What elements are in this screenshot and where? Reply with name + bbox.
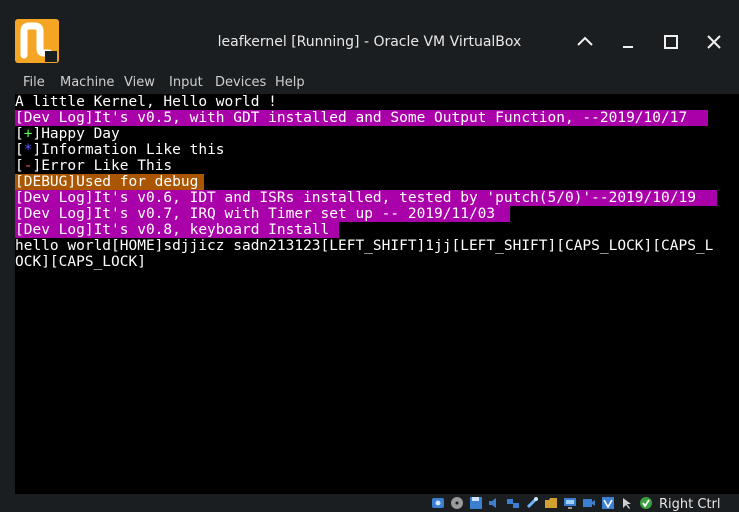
console-line-devlog: [Dev Log]It's v0.5, with GDT installed a… <box>15 110 688 126</box>
menu-input[interactable]: Input <box>169 75 203 90</box>
info-text: Information Like this <box>41 142 225 158</box>
restore-button[interactable] <box>616 30 640 54</box>
console-line-info: [*]Information Like this <box>15 142 225 158</box>
plus-marker: + <box>23 126 33 142</box>
menu-file[interactable]: File <box>23 75 45 90</box>
error-marker: - <box>23 158 33 174</box>
host-key-icon[interactable] <box>639 496 653 510</box>
vm-display[interactable]: A little Kernel, Hello world ! [Dev Log]… <box>15 94 739 494</box>
optical-drive-icon[interactable] <box>450 496 464 510</box>
close-button[interactable] <box>702 30 726 54</box>
hard-disk-icon[interactable] <box>431 496 445 510</box>
menu-view[interactable]: View <box>124 75 155 90</box>
error-text: Error Like This <box>41 158 173 174</box>
maximize-button[interactable] <box>659 30 683 54</box>
console-line-input: hello world[HOME]sdjjicz sadn213123[LEFT… <box>15 238 714 254</box>
console-line-devlog: [Dev Log]It's v0.8, keyboard Install <box>15 222 330 238</box>
console-line-debug: [DEBUG]Used for debug <box>15 174 199 190</box>
menu-help[interactable]: Help <box>275 75 305 90</box>
happy-text: Happy Day <box>41 126 120 142</box>
virtualization-icon[interactable] <box>601 496 615 510</box>
status-bar: Right Ctrl <box>0 494 739 512</box>
video-capture-icon[interactable] <box>582 496 596 510</box>
menu-bar: File Machine View Input Devices Help <box>0 70 739 94</box>
menu-devices[interactable]: Devices <box>215 75 266 90</box>
display-icon[interactable] <box>563 496 577 510</box>
shared-folder-icon[interactable] <box>544 496 558 510</box>
title-bar: leafkernel [Running] - Oracle VM Virtual… <box>0 0 739 70</box>
console-line-devlog: [Dev Log]It's v0.7, IRQ with Timer set u… <box>15 206 496 222</box>
mouse-integration-icon[interactable] <box>620 496 634 510</box>
audio-icon[interactable] <box>487 496 501 510</box>
console-line-input: OCK][CAPS_LOCK] <box>15 254 146 270</box>
console-line-devlog: [Dev Log]It's v0.6, IDT and ISRs install… <box>15 190 696 206</box>
usb-icon[interactable] <box>525 496 539 510</box>
floppy-icon[interactable] <box>469 496 483 510</box>
info-marker: * <box>23 142 33 158</box>
console-line: A little Kernel, Hello world ! <box>15 94 277 110</box>
console-line-happy: [+]Happy Day <box>15 126 120 142</box>
minimize-button[interactable] <box>573 30 597 54</box>
menu-machine[interactable]: Machine <box>60 75 114 90</box>
network-icon[interactable] <box>506 496 520 510</box>
console-line-error: [-]Error Like This <box>15 158 173 174</box>
